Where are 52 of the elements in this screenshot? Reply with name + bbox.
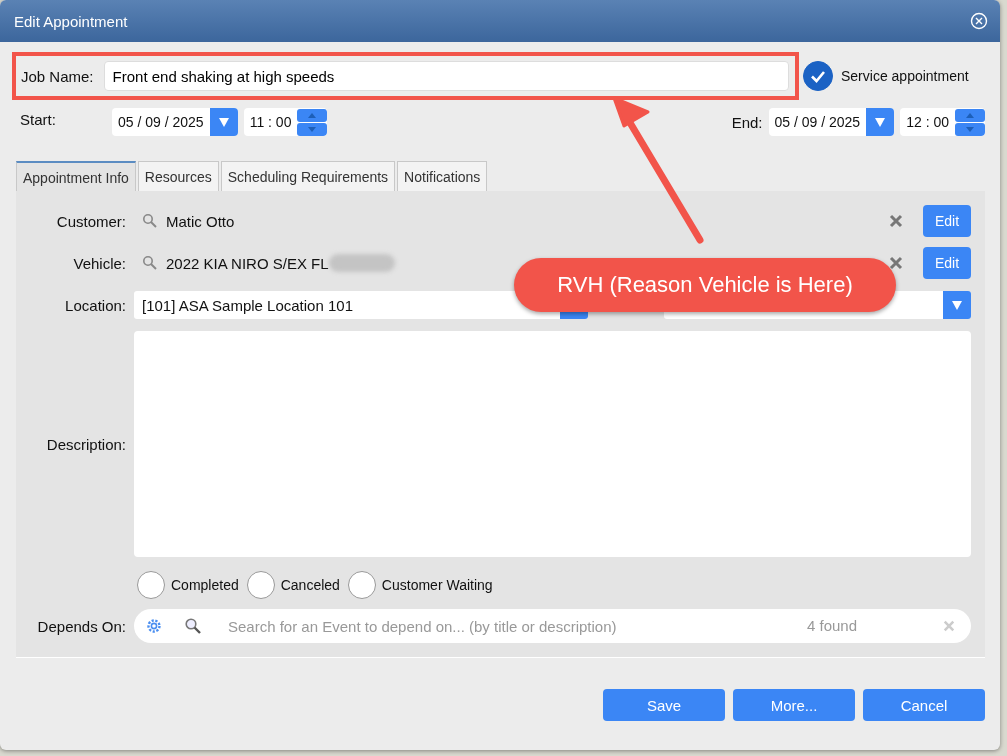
customer-value: Matic Otto (166, 212, 235, 230)
result-count: 4 found (806, 617, 857, 634)
field-label: Description: (45, 435, 126, 453)
dropdown-icon (874, 116, 887, 128)
gear-icon[interactable] (146, 618, 162, 634)
search-icon[interactable] (142, 213, 158, 229)
blurred-plate (328, 254, 395, 272)
dialog-button[interactable]: More... (733, 689, 855, 721)
dialog-button[interactable]: Save (603, 689, 725, 721)
window-title: Edit Appointment (14, 12, 128, 30)
job-name-field[interactable]: Front end shaking at high speeds (103, 61, 789, 91)
clear-icon[interactable] (889, 256, 903, 270)
description-field[interactable] (134, 331, 971, 557)
down-arrow-icon (308, 126, 317, 132)
checkbox-label: Customer Waiting (381, 577, 493, 593)
edit-button[interactable]: Edit (923, 247, 971, 279)
up-arrow-icon (308, 112, 317, 118)
tab[interactable]: Resources (137, 161, 219, 191)
up-arrow-icon (966, 112, 974, 118)
time-field[interactable]: 12 : 00 (900, 108, 985, 136)
clear-icon[interactable] (943, 620, 955, 632)
checkbox[interactable] (246, 571, 275, 599)
checkbox[interactable] (347, 571, 376, 599)
annotation-callout: RVH (Reason Vehicle is Here) (514, 258, 896, 312)
vehicle-value: 2022 KIA NIRO S/EX FL (166, 254, 329, 272)
date-field[interactable]: 05 / 09 / 2025 (112, 108, 238, 136)
close-icon[interactable] (970, 12, 988, 30)
checkbox-label: Service appointment (841, 68, 969, 84)
tab[interactable]: Notifications (397, 161, 488, 191)
dropdown-icon (217, 116, 230, 128)
down-arrow-icon (966, 126, 974, 132)
tab[interactable]: Appointment Info (16, 161, 136, 191)
field-label: Location: (64, 296, 126, 314)
field-label: Start: (20, 110, 57, 128)
field-label: End: (731, 113, 763, 131)
field-label: Customer: (55, 212, 126, 230)
tab[interactable]: Scheduling Requirements (220, 161, 396, 191)
time-field[interactable]: 11 : 00 (243, 108, 328, 136)
field-label: Depends On: (36, 617, 126, 635)
field-label: Job Name: (21, 67, 94, 85)
edit-button[interactable]: Edit (923, 205, 971, 237)
search-icon[interactable] (142, 255, 158, 271)
dialog-button[interactable]: Cancel (863, 689, 985, 721)
service-checkbox[interactable] (803, 61, 833, 91)
clear-icon[interactable] (889, 214, 903, 228)
field-label: Vehicle: (72, 254, 126, 272)
checkbox-label: Canceled (280, 577, 340, 593)
date-field[interactable]: 05 / 09 / 2025 (768, 108, 895, 136)
dropdown-icon (951, 299, 963, 311)
search-icon (184, 617, 202, 635)
checkbox-label: Completed (171, 577, 239, 593)
checkbox[interactable] (137, 571, 165, 599)
